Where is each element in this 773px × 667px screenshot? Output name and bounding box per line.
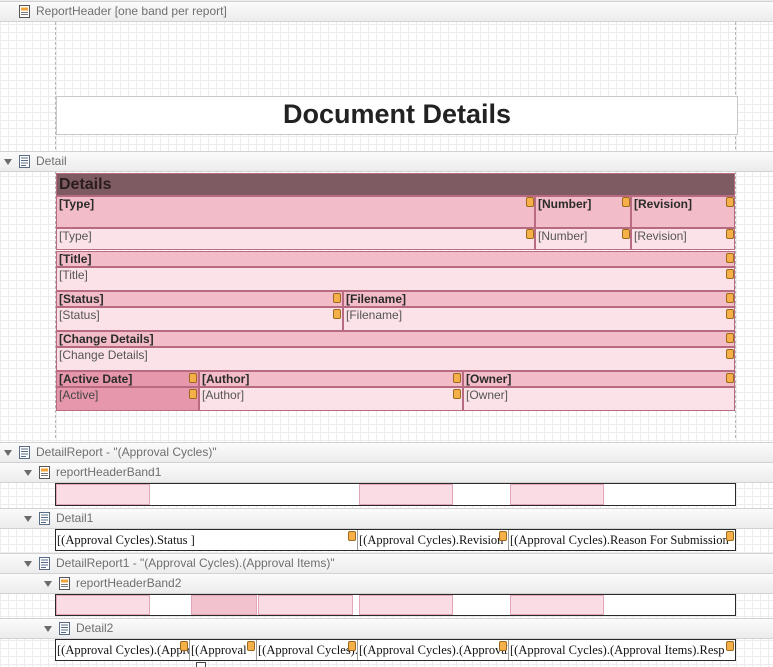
band-label: Detail [36, 154, 67, 168]
header-cell[interactable] [56, 595, 150, 615]
band-detail1[interactable]: Detail1 [0, 508, 773, 529]
band-detail-report1[interactable]: DetailReport1 - "(Approval Cycles).(Appr… [0, 553, 773, 574]
smart-tag-icon[interactable] [526, 229, 534, 239]
author-caption[interactable]: [Author] [199, 371, 463, 387]
type-value[interactable]: [Type] [56, 228, 535, 250]
report-title[interactable]: Document Details [56, 96, 738, 135]
detail-band-icon [19, 446, 30, 459]
active-date-value[interactable]: [Active] [56, 387, 199, 411]
detail-band-icon [19, 155, 30, 168]
band-label: ReportHeader [one band per report] [36, 4, 227, 18]
header-cell[interactable] [258, 595, 353, 615]
smart-tag-icon[interactable] [499, 531, 507, 541]
band-report-header-2[interactable]: reportHeaderBand2 [0, 573, 773, 594]
smart-tag-icon[interactable] [348, 641, 356, 651]
status-value[interactable]: [Status] [56, 307, 343, 331]
smart-tag-icon[interactable] [348, 531, 356, 541]
approval-items-cell[interactable]: [(Approval Cycles).(Approval [358, 640, 509, 660]
band-label: DetailReport - "(Approval Cycles)" [36, 445, 217, 459]
filename-value[interactable]: [Filename] [343, 307, 735, 331]
smart-tag-icon[interactable] [726, 531, 734, 541]
detail-band-icon [39, 512, 50, 525]
smart-tag-icon[interactable] [726, 269, 734, 279]
collapse-triangle-icon[interactable] [44, 626, 52, 632]
header-cell[interactable] [359, 595, 453, 615]
band-detail2[interactable]: Detail2 [0, 618, 773, 639]
collapse-triangle-icon[interactable] [24, 470, 32, 476]
revision-caption[interactable]: [Revision] [631, 196, 735, 228]
band-label: DetailReport1 - "(Approval Cycles).(Appr… [56, 556, 335, 570]
header-cell[interactable] [510, 484, 604, 505]
smart-tag-icon[interactable] [622, 197, 630, 207]
right-margin-guide [735, 22, 736, 438]
smart-tag-icon[interactable] [333, 293, 341, 303]
band-label: Detail2 [76, 621, 114, 635]
smart-tag-icon[interactable] [453, 373, 461, 383]
collapse-triangle-icon[interactable] [44, 581, 52, 587]
band-report-header-1[interactable]: reportHeaderBand1 [0, 462, 773, 483]
smart-tag-icon[interactable] [247, 641, 255, 651]
change-details-caption[interactable]: [Change Details] [56, 331, 735, 347]
change-details-value[interactable]: [Change Details] [56, 347, 735, 371]
owner-value[interactable]: [Owner] [463, 387, 735, 411]
title-value[interactable]: [Title] [56, 267, 735, 291]
band-label: reportHeaderBand1 [56, 465, 162, 479]
smart-tag-icon[interactable] [726, 641, 734, 651]
smart-tag-icon[interactable] [726, 309, 734, 319]
smart-tag-icon[interactable] [180, 641, 188, 651]
smart-tag-icon[interactable] [726, 293, 734, 303]
author-value[interactable]: [Author] [199, 387, 463, 411]
band-detail-report[interactable]: DetailReport - "(Approval Cycles)" [0, 442, 773, 463]
smart-tag-icon[interactable] [333, 309, 341, 319]
approval-cycles-reason-cell[interactable]: [(Approval Cycles).Reason For Submission [509, 530, 735, 550]
details-header[interactable]: Details [56, 173, 735, 196]
collapse-triangle-icon[interactable] [4, 159, 12, 165]
approval-cycles-status-cell[interactable]: [(Approval Cycles).Status ] [56, 530, 358, 550]
active-date-caption[interactable]: [Active Date] [56, 371, 199, 387]
approval-items-cell[interactable]: [(Approval Cycles).(Approval [56, 640, 190, 660]
collapse-triangle-icon[interactable] [4, 450, 12, 456]
detail-band-icon [59, 622, 70, 635]
smart-tag-icon[interactable] [453, 389, 461, 399]
collapse-triangle-icon[interactable] [24, 561, 32, 567]
resize-handle[interactable] [196, 662, 206, 667]
smart-tag-icon[interactable] [499, 641, 507, 651]
number-value[interactable]: [Number] [535, 228, 631, 250]
type-caption[interactable]: [Type] [56, 196, 535, 228]
number-caption[interactable]: [Number] [535, 196, 631, 228]
approval-items-cell[interactable]: [(Approval Cycles). [257, 640, 358, 660]
report-band-icon [39, 466, 50, 479]
smart-tag-icon[interactable] [726, 333, 734, 343]
smart-tag-icon[interactable] [189, 389, 197, 399]
title-caption[interactable]: [Title] [56, 251, 735, 267]
band-label: Detail1 [56, 511, 94, 525]
report-band-icon [59, 577, 70, 590]
detail-band-icon [39, 557, 50, 570]
revision-value[interactable]: [Revision] [631, 228, 735, 250]
smart-tag-icon[interactable] [726, 349, 734, 359]
smart-tag-icon[interactable] [622, 229, 630, 239]
header-cell[interactable] [56, 484, 150, 505]
approval-cycles-revision-cell[interactable]: [(Approval Cycles).Revision [358, 530, 509, 550]
collapse-triangle-icon[interactable] [24, 516, 32, 522]
approval-items-response-cell[interactable]: [(Approval Cycles).(Approval Items).Resp [509, 640, 735, 660]
header-cell[interactable] [191, 595, 257, 615]
band-detail[interactable]: Detail [0, 151, 773, 172]
smart-tag-icon[interactable] [726, 373, 734, 383]
filename-caption[interactable]: [Filename] [343, 291, 735, 307]
smart-tag-icon[interactable] [189, 373, 197, 383]
smart-tag-icon[interactable] [726, 229, 734, 239]
band-report-header[interactable]: ReportHeader [one band per report] [0, 1, 773, 22]
status-caption[interactable]: [Status] [56, 291, 343, 307]
header-cell[interactable] [359, 484, 453, 505]
smart-tag-icon[interactable] [726, 253, 734, 263]
owner-caption[interactable]: [Owner] [463, 371, 735, 387]
band-label: reportHeaderBand2 [76, 576, 182, 590]
smart-tag-icon[interactable] [526, 197, 534, 207]
report-band-icon [19, 5, 30, 18]
smart-tag-icon[interactable] [726, 197, 734, 207]
header-cell[interactable] [510, 595, 604, 615]
